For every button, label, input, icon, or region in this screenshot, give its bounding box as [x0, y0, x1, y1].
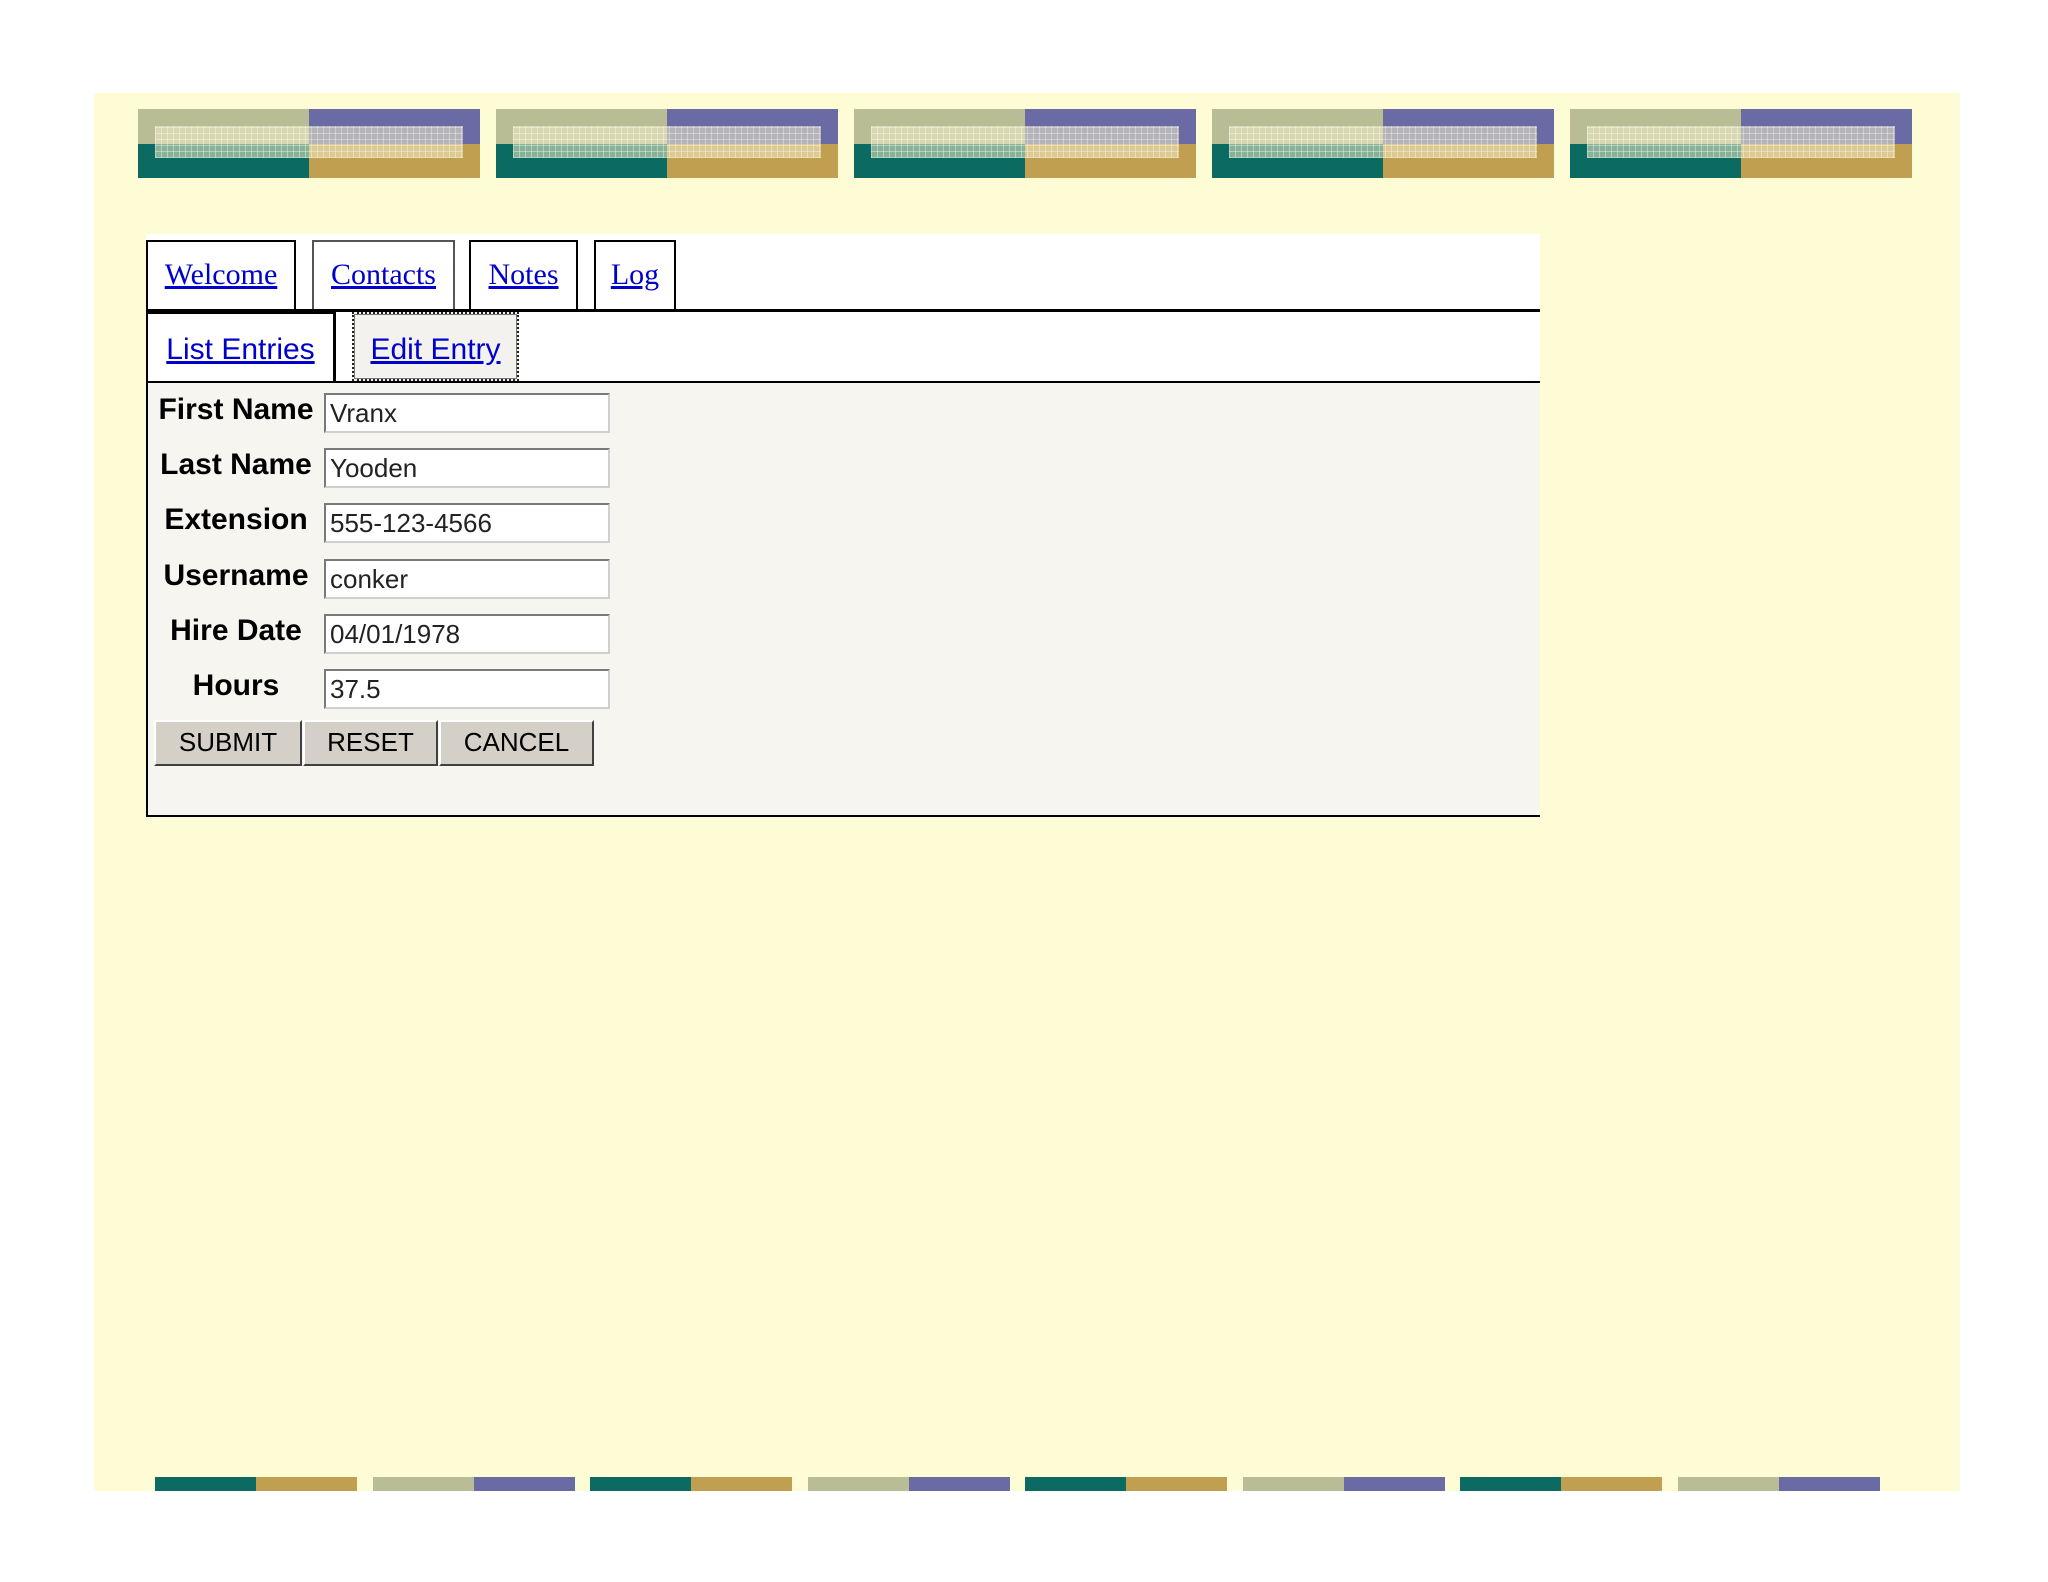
stripe-segment [473, 1477, 575, 1491]
tab-contacts[interactable]: Contacts [312, 240, 455, 309]
cancel-button[interactable]: CANCEL [439, 720, 594, 766]
submit-button[interactable]: SUBMIT [154, 720, 302, 766]
extension-label: Extension [164, 503, 308, 536]
tab-notes[interactable]: Notes [469, 240, 578, 309]
hours-field[interactable] [324, 669, 610, 709]
banner-block [1212, 109, 1554, 178]
banner-grid-overlay [155, 126, 463, 158]
tab-log[interactable]: Log [594, 240, 676, 309]
first-name-field[interactable] [324, 393, 610, 433]
app-panel: Welcome Contacts Notes Log List Entries … [146, 234, 1540, 817]
sub-tab-bar: List Entries Edit Entry [146, 312, 1540, 383]
reset-button[interactable]: RESET [303, 720, 438, 766]
main-tab-bar: Welcome Contacts Notes Log [146, 234, 1540, 312]
banner-grid-overlay [513, 126, 821, 158]
stripe-segment [1242, 1477, 1344, 1491]
stripe-segment [1025, 1477, 1126, 1491]
hours-label: Hours [192, 669, 280, 702]
stripe-segment [1343, 1477, 1445, 1491]
last-name-field[interactable] [324, 448, 610, 488]
stripe-segment [691, 1477, 792, 1491]
subtab-edit-entry[interactable]: Edit Entry [352, 312, 519, 381]
banner-block [854, 109, 1196, 178]
stripe-segment [372, 1477, 474, 1491]
subtab-list-entries[interactable]: List Entries [146, 312, 336, 381]
username-field[interactable] [324, 559, 610, 599]
stripe-segment [1460, 1477, 1561, 1491]
banner-grid-overlay [1229, 126, 1537, 158]
extension-field[interactable] [324, 503, 610, 543]
banner-block [1570, 109, 1912, 178]
stripe-segment [256, 1477, 357, 1491]
stripe-segment [1561, 1477, 1662, 1491]
last-name-label: Last Name [160, 448, 312, 481]
tab-welcome[interactable]: Welcome [146, 240, 296, 309]
edit-entry-form: First Name Last Name Extension Username … [146, 383, 1540, 817]
stripe-segment [1677, 1477, 1779, 1491]
hire-date-label: Hire Date [170, 614, 302, 647]
slide-background: Welcome Contacts Notes Log List Entries … [94, 93, 1960, 1491]
stripe-segment [155, 1477, 256, 1491]
stripe-segment [1126, 1477, 1227, 1491]
stripe-segment [807, 1477, 909, 1491]
first-name-label: First Name [158, 393, 314, 426]
username-label: Username [163, 559, 309, 592]
banner-grid-overlay [871, 126, 1179, 158]
stripe-segment [908, 1477, 1010, 1491]
banner-block [138, 109, 480, 178]
banner-grid-overlay [1587, 126, 1895, 158]
stripe-segment [1778, 1477, 1880, 1491]
banner-block [496, 109, 838, 178]
stripe-segment [590, 1477, 691, 1491]
hire-date-field[interactable] [324, 614, 610, 654]
